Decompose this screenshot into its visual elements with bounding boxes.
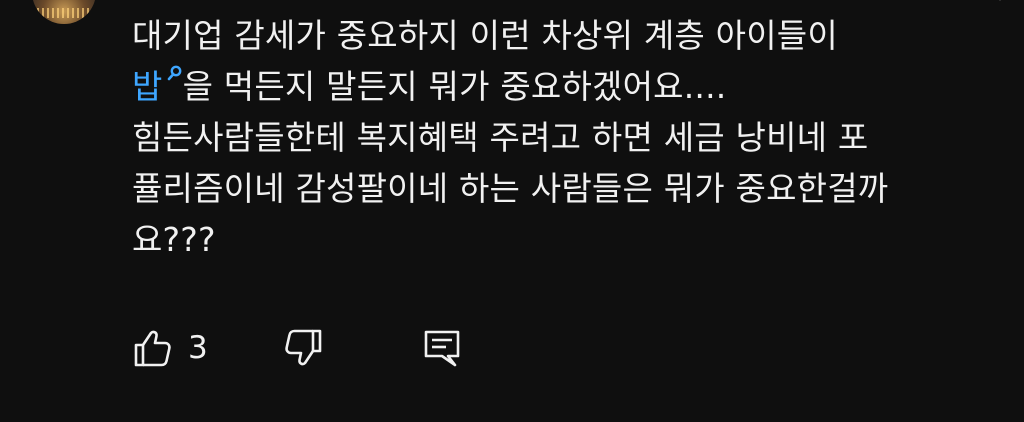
- thumbs-down-icon: [285, 329, 322, 366]
- search-icon: [167, 65, 181, 81]
- more-options-icon[interactable]: [990, 0, 1010, 8]
- comment-line: 퓰리즘이네 감성팔이네 하는 사람들은 뭐가 중요한걸까: [132, 169, 889, 208]
- like-count: 3: [188, 330, 208, 366]
- thumbs-up-icon: [134, 330, 171, 367]
- comment-line: 힘든사람들한테 복지혜택 주려고 하면 세금 낭비네 포: [132, 118, 869, 157]
- comment-text: 대기업 감세가 중요하지 이런 차상위 계층 아이들이 밥을 먹든지 말든지 뭐…: [132, 10, 992, 265]
- reply-button[interactable]: [422, 326, 462, 370]
- search-tag-link[interactable]: 밥: [132, 65, 183, 106]
- comment-actions: 3: [132, 326, 532, 370]
- comment-reply-icon: [424, 330, 460, 367]
- avatar-image: [32, 8, 96, 18]
- comment-line: 밥을 먹든지 말든지 뭐가 중요하겠어요....: [132, 65, 727, 106]
- comment-line: 요???: [132, 220, 216, 259]
- dislike-button[interactable]: [284, 326, 324, 370]
- avatar[interactable]: [32, 0, 96, 24]
- comment-line: 대기업 감세가 중요하지 이런 차상위 계층 아이들이: [132, 16, 838, 55]
- like-button[interactable]: 3: [132, 326, 208, 370]
